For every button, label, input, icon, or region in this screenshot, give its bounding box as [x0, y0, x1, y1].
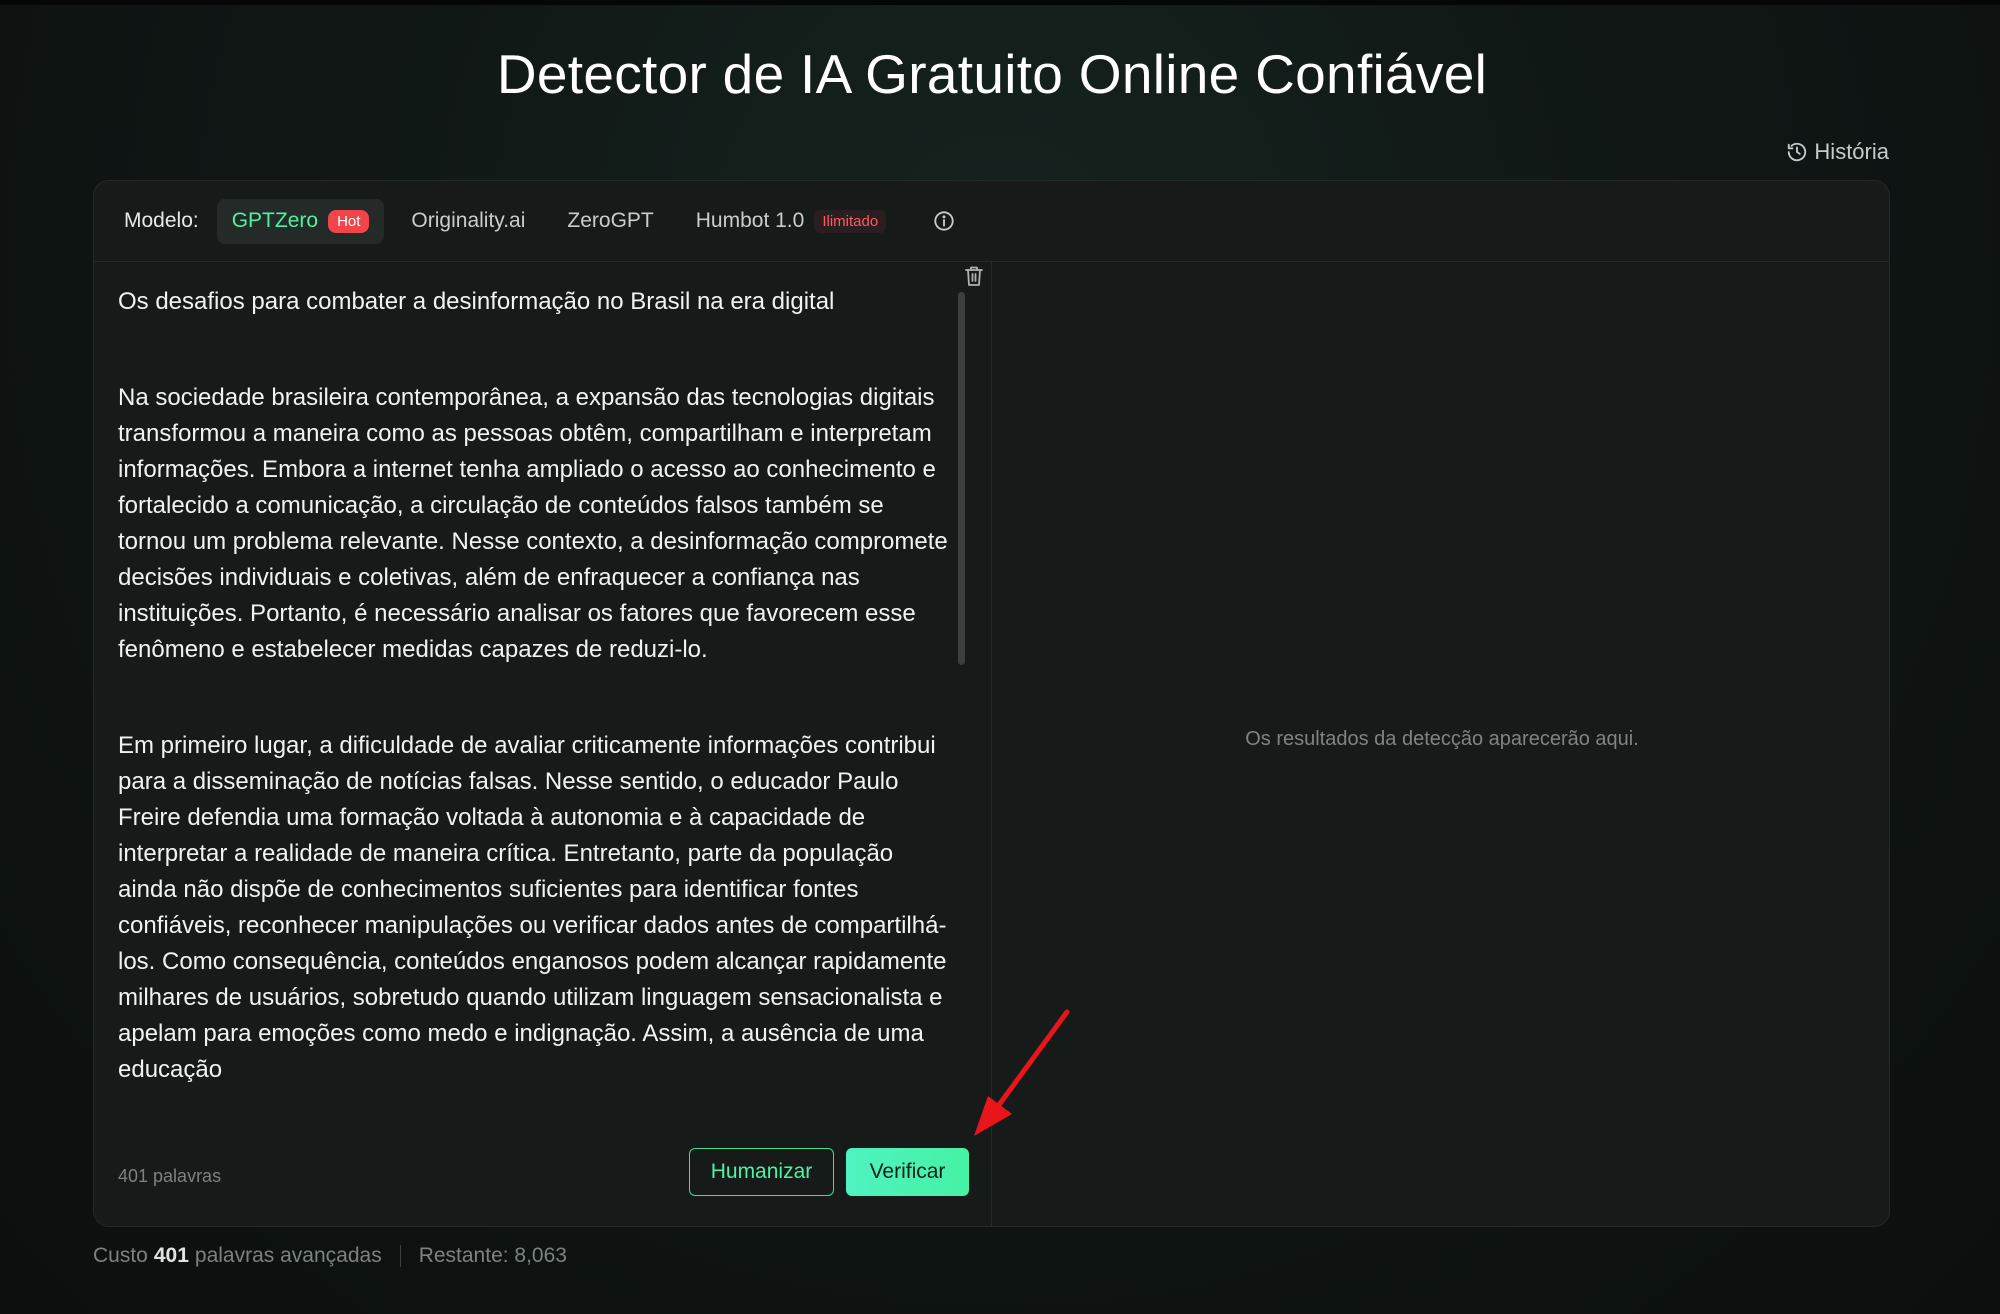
verify-button[interactable]: Verificar: [846, 1148, 969, 1196]
tab-humbot[interactable]: Humbot 1.0 Ilimitado: [681, 199, 901, 244]
top-edge-bar: [0, 0, 2000, 5]
cost-value: 401: [153, 1244, 189, 1267]
tab-originality[interactable]: Originality.ai: [396, 199, 540, 244]
results-placeholder: Os resultados da detecção aparecerão aqu…: [1245, 728, 1639, 750]
essay-paragraph: Na sociedade brasileira contemporânea, a…: [118, 384, 948, 663]
hot-badge: Hot: [328, 209, 370, 233]
text-input-area[interactable]: Os desafios para combater a desinformaçã…: [118, 284, 948, 1124]
clock-history-icon: [1788, 142, 1807, 162]
history-label: História: [1814, 139, 1889, 164]
usage-footer: Custo 401 palavras avançadas Restante: 8…: [93, 1243, 567, 1269]
results-pane: Os resultados da detecção aparecerão aqu…: [993, 262, 1889, 1226]
essay-title-paragraph: Os desafios para combater a desinformaçã…: [118, 288, 835, 315]
model-selector-bar: Modelo: GPTZero Hot Originality.ai ZeroG…: [94, 181, 1889, 262]
model-label: Modelo:: [124, 209, 199, 232]
essay-paragraph: Em primeiro lugar, a dificuldade de aval…: [118, 732, 947, 1083]
info-icon[interactable]: [933, 210, 955, 232]
annotation-arrow-icon: [974, 1009, 1070, 1136]
tab-label: GPTZero: [231, 209, 319, 232]
tab-label: Originality.ai: [411, 209, 526, 232]
trash-icon[interactable]: [964, 265, 984, 287]
page-title: Detector de IA Gratuito Online Confiável: [496, 43, 1488, 105]
cost-suffix: palavras avançadas: [194, 1244, 382, 1267]
tab-label: Humbot 1.0: [695, 209, 805, 232]
humanize-button[interactable]: Humanizar: [689, 1148, 834, 1196]
tab-gptzero[interactable]: GPTZero Hot: [216, 198, 385, 244]
remaining-words: Restante: 8,063: [418, 1244, 567, 1267]
text-scrollbar[interactable]: [958, 292, 965, 665]
footer-divider: [399, 1245, 401, 1267]
tab-label: ZeroGPT: [567, 209, 654, 232]
tab-zerogpt[interactable]: ZeroGPT: [552, 199, 668, 244]
unlimited-badge: Ilimitado: [814, 209, 887, 233]
cost-prefix: Custo: [93, 1244, 148, 1267]
history-link[interactable]: História: [1786, 136, 1889, 168]
word-count: 401 palavras: [118, 1166, 222, 1186]
input-pane: Os desafios para combater a desinformaçã…: [94, 262, 992, 1226]
